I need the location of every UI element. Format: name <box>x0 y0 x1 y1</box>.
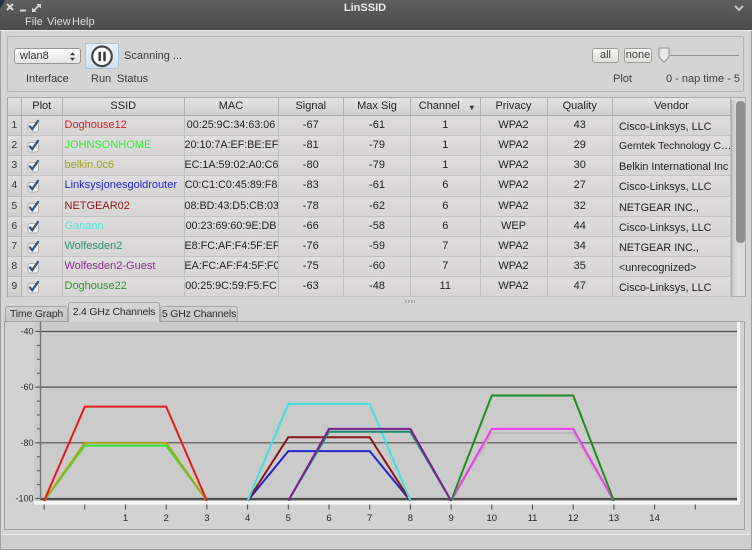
svg-text:1: 1 <box>123 513 128 524</box>
svg-text:6: 6 <box>326 513 331 524</box>
svg-text:9: 9 <box>448 513 453 524</box>
svg-text:13: 13 <box>609 513 620 524</box>
svg-text:3: 3 <box>204 513 209 524</box>
svg-text:-40: -40 <box>20 327 33 337</box>
svg-text:2: 2 <box>164 513 169 524</box>
svg-text:10: 10 <box>487 513 498 524</box>
svg-text:5: 5 <box>286 513 291 524</box>
svg-text:11: 11 <box>528 513 538 524</box>
svg-text:-80: -80 <box>20 438 33 448</box>
svg-text:14: 14 <box>649 513 660 524</box>
svg-text:4: 4 <box>245 513 250 524</box>
svg-text:7: 7 <box>367 513 372 524</box>
svg-text:-100: -100 <box>15 493 33 503</box>
svg-text:8: 8 <box>408 513 413 524</box>
svg-text:12: 12 <box>568 513 579 524</box>
svg-text:-60: -60 <box>20 382 33 392</box>
